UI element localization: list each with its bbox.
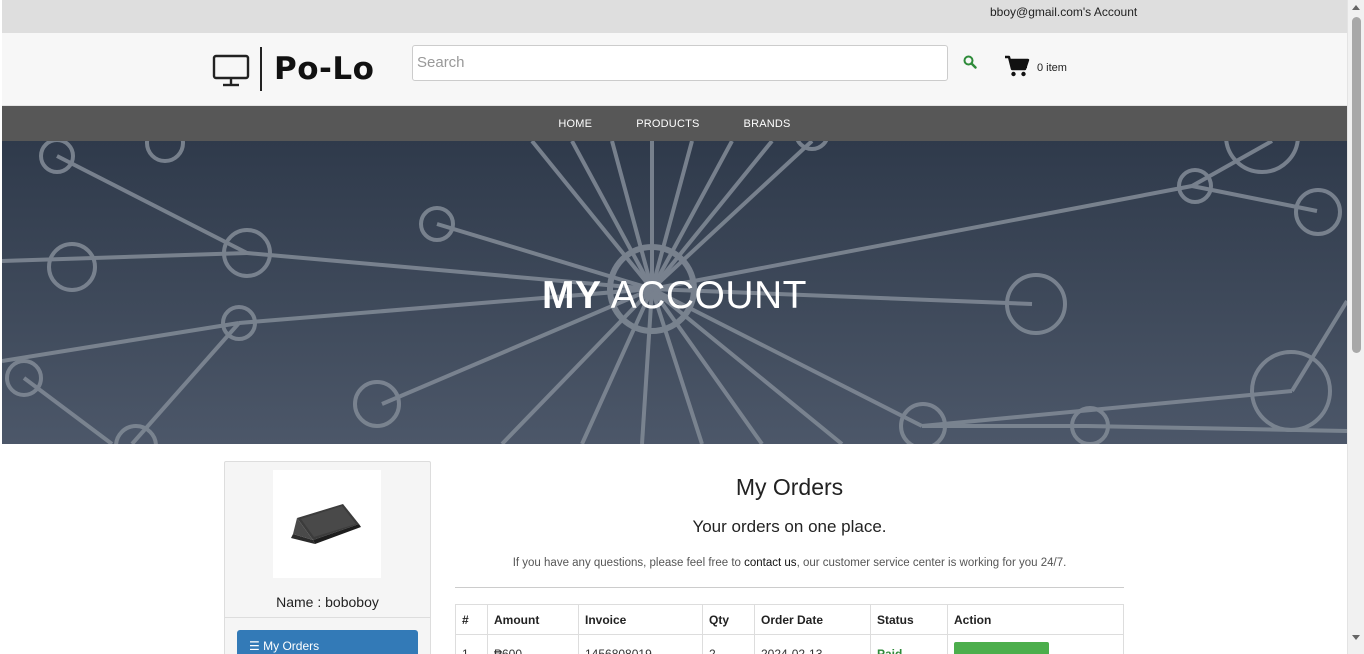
scroll-thumb[interactable] <box>1352 17 1361 353</box>
hero-title-bold: MY <box>541 274 602 317</box>
section-divider <box>455 587 1124 588</box>
col-number: # <box>455 604 488 635</box>
cell-amount: ₱600 <box>487 634 579 654</box>
account-link[interactable]: bboy@gmail.com's Account <box>990 5 1137 19</box>
cell-status: Paid <box>870 634 948 654</box>
logo[interactable]: Po-Lo <box>212 47 374 91</box>
col-amount: Amount <box>487 604 579 635</box>
col-order-date: Order Date <box>754 604 871 635</box>
col-action: Action <box>947 604 1124 635</box>
account-sidebar: Name : boboboy ☰ My Orders <box>224 461 431 654</box>
header: Po-Lo Search 0 item <box>2 33 1347 106</box>
col-status: Status <box>870 604 948 635</box>
cell-action <box>947 634 1124 654</box>
cart-count: 0 item <box>1037 62 1067 74</box>
sidebar-divider <box>225 617 430 618</box>
cell-invoice: 1456808019 <box>578 634 703 654</box>
hero-title: MY ACCOUNT <box>2 274 1347 318</box>
table-row: 1 ₱600 1456808019 2 2024-02-13 Paid <box>455 634 1124 654</box>
my-orders-label: My Orders <box>263 639 320 653</box>
info-text-before: If you have any questions, please feel f… <box>512 557 745 569</box>
list-icon: ☰ <box>249 639 260 653</box>
orders-section: My Orders Your orders on one place. If y… <box>455 461 1124 654</box>
nav-home[interactable]: HOME <box>558 118 592 130</box>
search-button[interactable] <box>954 45 986 79</box>
col-invoice: Invoice <box>578 604 703 635</box>
scroll-up-icon[interactable] <box>1352 5 1360 10</box>
nav-brands[interactable]: BRANDS <box>744 118 791 130</box>
contact-us-link[interactable]: contact us <box>744 557 796 569</box>
user-name: Name : boboboy <box>276 594 379 610</box>
cart-icon <box>1005 55 1030 77</box>
order-action-button[interactable] <box>954 642 1049 654</box>
page: bboy@gmail.com's Account Po-Lo Search 0 … <box>2 0 1347 654</box>
laptop-image <box>291 504 361 544</box>
info-text: If you have any questions, please feel f… <box>455 557 1124 569</box>
cart-button[interactable]: 0 item <box>1004 55 1067 77</box>
logo-divider <box>260 47 262 91</box>
avatar <box>273 470 381 578</box>
scroll-down-icon[interactable] <box>1352 635 1360 640</box>
table-header-row: # Amount Invoice Qty Order Date Status A… <box>455 604 1124 635</box>
nav-products[interactable]: PRODUCTS <box>636 118 699 130</box>
monitor-icon <box>212 54 250 87</box>
search-input[interactable]: Search <box>412 45 948 81</box>
orders-table: # Amount Invoice Qty Order Date Status A… <box>455 604 1124 654</box>
main-nav: HOME PRODUCTS BRANDS <box>2 106 1347 141</box>
hero-banner: MY ACCOUNT <box>2 141 1347 444</box>
cell-qty: 2 <box>702 634 755 654</box>
my-orders-button[interactable]: ☰ My Orders <box>237 630 418 654</box>
col-qty: Qty <box>702 604 755 635</box>
page-subtitle: Your orders on one place. <box>692 517 887 536</box>
cell-order-date: 2024-02-13 <box>754 634 871 654</box>
hero-title-rest: ACCOUNT <box>601 274 807 317</box>
cell-number: 1 <box>455 634 488 654</box>
info-text-after: , our customer service center is working… <box>796 557 1067 569</box>
brand-name: Po-Lo <box>274 51 375 87</box>
top-bar: bboy@gmail.com's Account <box>2 0 1347 33</box>
page-scrollbar[interactable] <box>1347 0 1364 654</box>
search-icon <box>963 55 977 69</box>
page-title: My Orders <box>735 474 844 500</box>
